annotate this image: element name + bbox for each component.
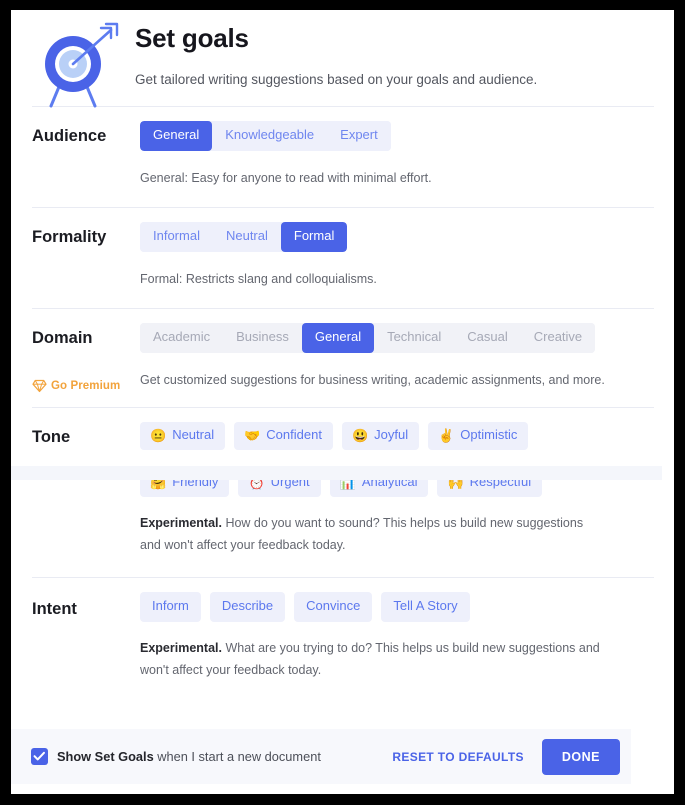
formality-option-neutral[interactable]: Neutral	[212, 222, 281, 252]
intent-chip-describe[interactable]: Describe	[209, 592, 286, 622]
tone-chip-label: Optimistic	[460, 427, 518, 442]
domain-option-creative[interactable]: Creative	[520, 323, 596, 353]
audience-option-knowledgeable[interactable]: Knowledgeable	[212, 121, 328, 151]
domain-option-business[interactable]: Business	[223, 323, 302, 353]
section-audience: Audience General Knowledgeable Expert Ge…	[11, 107, 674, 207]
section-label-formality: Formality	[32, 228, 107, 246]
section-body-tone: 😐 Neutral 🤝 Confident 😃 Joyful ✌️ Optimi…	[140, 422, 654, 558]
tone-chip-respectful[interactable]: 🙌 Respectful	[437, 468, 543, 497]
intent-help-text: Experimental. What are you trying to do?…	[140, 638, 610, 682]
section-domain: Domain Academic Business General Technic…	[11, 309, 674, 407]
intent-chip-row: Inform Describe Convince Tell A Story	[140, 592, 654, 622]
victory-hand-emoji: ✌️	[438, 427, 455, 443]
audience-help-text: General: Easy for anyone to read with mi…	[140, 170, 432, 185]
alarm-clock-emoji: ⏰	[248, 474, 265, 490]
dialog-header: Set goals Get tailored writing suggestio…	[11, 10, 674, 108]
page-title: Set goals	[135, 23, 249, 53]
tone-chip-joyful[interactable]: 😃 Joyful	[341, 422, 420, 450]
checkmark-icon	[33, 751, 45, 761]
tone-chip-optimistic[interactable]: ✌️ Optimistic	[428, 422, 529, 450]
tone-chip-label: Confident	[266, 427, 322, 442]
section-body-intent: Inform Describe Convince Tell A Story Ex…	[140, 592, 654, 678]
tone-help-text: Experimental. How do you want to sound? …	[140, 513, 592, 557]
tone-chip-label: Friendly	[172, 473, 219, 489]
tone-chip-confident[interactable]: 🤝 Confident	[234, 422, 333, 450]
tone-chip-label: Urgent	[270, 473, 310, 489]
page-subtitle: Get tailored writing suggestions based o…	[135, 71, 538, 87]
section-label-tone: Tone	[32, 428, 71, 446]
neutral-face-emoji: 😐	[150, 427, 167, 443]
intent-chip-inform[interactable]: Inform	[140, 592, 201, 622]
tone-chip-friendly[interactable]: 🤗 Friendly	[140, 468, 230, 497]
go-premium-label: Go Premium	[51, 380, 121, 392]
done-button[interactable]: DONE	[541, 738, 620, 775]
audience-option-general[interactable]: General	[140, 121, 213, 151]
show-set-goals-label-rest: when I start a new document	[153, 749, 321, 764]
domain-option-academic[interactable]: Academic	[140, 323, 224, 353]
grinning-face-emoji: 😃	[351, 427, 369, 443]
section-label-audience: Audience	[32, 127, 107, 145]
raising-hands-emoji: 🙌	[447, 474, 464, 490]
tone-chip-label: Neutral	[172, 427, 215, 442]
formality-option-informal[interactable]: Informal	[140, 222, 213, 252]
intent-chip-convince[interactable]: Convince	[294, 592, 373, 622]
show-set-goals-label-bold: Show Set Goals	[57, 749, 154, 764]
tone-chip-label: Respectful	[469, 473, 532, 489]
tone-chip-urgent[interactable]: ⏰ Urgent	[238, 468, 321, 497]
go-premium-link[interactable]: Go Premium	[32, 379, 120, 393]
section-formality: Formality Informal Neutral Formal Formal…	[11, 208, 674, 308]
set-goals-dialog: Set goals Get tailored writing suggestio…	[11, 10, 674, 794]
tone-help-bold: Experimental.	[140, 515, 222, 530]
header-text-block: Set goals Get tailored writing suggestio…	[125, 20, 652, 88]
domain-segmented-control[interactable]: Academic Business General Technical Casu…	[140, 323, 596, 353]
domain-help-text: Get customized suggestions for business …	[140, 372, 605, 387]
show-set-goals-label: Show Set Goals when I start a new docume…	[57, 749, 321, 764]
formality-segmented-control[interactable]: Informal Neutral Formal	[140, 222, 348, 252]
section-body-audience: General Knowledgeable Expert General: Ea…	[140, 121, 654, 197]
show-set-goals-checkbox-row[interactable]: Show Set Goals when I start a new docume…	[31, 748, 392, 765]
tone-chip-row-1: 😐 Neutral 🤝 Confident 😃 Joyful ✌️ Optimi…	[140, 422, 654, 450]
section-body-domain: Academic Business General Technical Casu…	[140, 323, 654, 397]
dialog-footer: Show Set Goals when I start a new docume…	[11, 729, 631, 784]
tone-chip-label: Joyful	[374, 427, 409, 442]
section-label-intent: Intent	[32, 600, 77, 618]
intent-help-bold: Experimental.	[140, 640, 222, 655]
section-tone: Tone 😐 Neutral 🤝 Confident 😃 Joyful ✌️ O…	[11, 408, 674, 568]
hugging-face-emoji: 🤗	[150, 474, 167, 490]
screenshot-frame: Set goals Get tailored writing suggestio…	[0, 0, 685, 805]
handshake-emoji: 🤝	[244, 427, 261, 443]
show-set-goals-checkbox[interactable]	[31, 748, 48, 765]
formality-help-text: Formal: Restricts slang and colloquialis…	[140, 271, 377, 286]
reset-to-defaults-button[interactable]: RESET TO DEFAULTS	[392, 750, 524, 764]
bar-chart-emoji: 📊	[339, 474, 356, 490]
domain-option-casual[interactable]: Casual	[454, 323, 521, 353]
tone-chip-analytical[interactable]: 📊 Analytical	[329, 468, 429, 497]
tone-chip-label: Analytical	[361, 473, 418, 489]
audience-option-expert[interactable]: Expert	[327, 121, 391, 151]
formality-option-formal[interactable]: Formal	[280, 222, 348, 252]
domain-option-general[interactable]: General	[301, 323, 375, 353]
section-intent: Intent Inform Describe Convince Tell A S…	[11, 578, 674, 688]
target-with-arrow-icon	[29, 22, 125, 108]
tone-chip-row-2: 🤗 Friendly ⏰ Urgent 📊 Analytical 🙌 Respe…	[140, 468, 654, 497]
diamond-gem-icon	[32, 379, 47, 393]
audience-segmented-control[interactable]: General Knowledgeable Expert	[140, 121, 391, 151]
tone-chip-neutral[interactable]: 😐 Neutral	[140, 422, 226, 450]
intent-chip-tell-a-story[interactable]: Tell A Story	[381, 592, 470, 622]
section-body-formality: Informal Neutral Formal Formal: Restrict…	[140, 222, 654, 298]
domain-option-technical[interactable]: Technical	[374, 323, 455, 353]
